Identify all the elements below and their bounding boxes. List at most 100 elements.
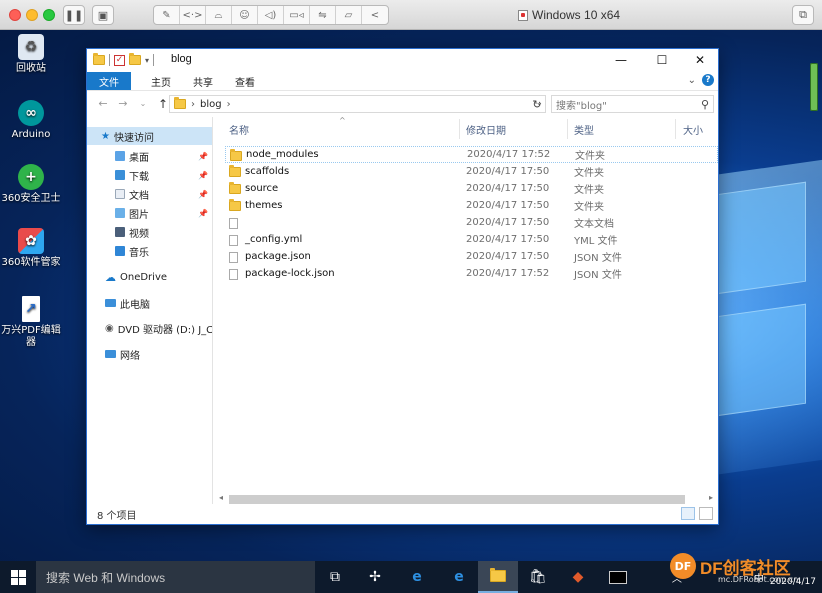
nav-dvd-drive[interactable]: ◉ DVD 驱动器 (D:) J_CC (105, 319, 213, 337)
column-header-size[interactable]: 大小 (669, 117, 703, 141)
edge-icon: e (454, 569, 464, 585)
scroll-left-icon[interactable]: ◂ (219, 493, 223, 502)
taskbar-app-ie[interactable]: e (397, 561, 437, 593)
desktop-icon-arduino[interactable]: ∞ Arduino (0, 100, 62, 141)
nav-item-desktop[interactable]: 桌面 📌 (115, 147, 212, 165)
recent-locations-chevron-icon[interactable]: ⌄ (133, 99, 153, 108)
search-input[interactable]: 搜索"blog" ⚲ (551, 95, 714, 113)
minimize-window-button[interactable] (26, 9, 38, 21)
vm-app-icon (518, 9, 528, 21)
nav-label: DVD 驱动器 (D:) J_CC (117, 324, 213, 336)
disk-icon[interactable]: ⌓ (206, 6, 232, 24)
customize-chevron-icon[interactable]: ▾ (145, 56, 149, 65)
task-view-button[interactable]: ⧉ (315, 561, 355, 593)
refresh-button[interactable]: ↻ (529, 95, 545, 113)
file-date: 2020/4/17 17:52 (467, 149, 551, 160)
help-icon[interactable]: ? (702, 74, 714, 86)
tab-view[interactable]: 查看 (225, 72, 265, 90)
taskbar-app-explorer[interactable] (478, 561, 518, 593)
pin-icon[interactable]: 📌 (198, 171, 208, 180)
arduino-icon: ∞ (18, 100, 44, 126)
windows-logo-icon (10, 569, 26, 585)
nav-item-videos[interactable]: 视频 (115, 223, 212, 241)
file-type: 文件夹 (574, 185, 604, 196)
tab-home[interactable]: 主页 (141, 72, 181, 90)
file-row[interactable]: scaffolds 2020/4/17 17:50 文件夹 (225, 163, 718, 180)
nav-label: 此电脑 (120, 299, 150, 311)
properties-check-icon[interactable]: ✓ (114, 54, 125, 66)
nav-onedrive[interactable]: ☁ OneDrive (105, 268, 167, 286)
back-icon[interactable]: < (362, 6, 388, 24)
start-button[interactable] (0, 561, 36, 593)
taskbar-app-git[interactable]: ◆ (558, 561, 598, 593)
nav-item-music[interactable]: 音乐 (115, 242, 212, 260)
nav-item-pictures[interactable]: 图片 📌 (115, 204, 212, 222)
taskbar-app-edge[interactable]: e (439, 561, 479, 593)
explorer-body: ★ 快速访问 桌面 📌 下载 📌 文档 📌 图片 📌 视频 音乐 ☁ OneDr… (87, 116, 718, 504)
details-view-icon[interactable] (681, 507, 695, 520)
large-icons-view-icon[interactable] (699, 507, 713, 520)
tab-file[interactable]: 文件 (87, 72, 131, 90)
desktop-icon-360-security[interactable]: + 360安全卫士 (0, 164, 62, 205)
pin-icon[interactable]: 📌 (198, 190, 208, 199)
address-bar[interactable]: › blog › ⌄ (169, 95, 546, 113)
camera-icon[interactable]: ▭◃ (284, 6, 310, 24)
file-row[interactable]: node_modules 2020/4/17 17:52 文件夹 (225, 146, 718, 163)
file-row[interactable]: _config.yml 2020/4/17 17:50 YML 文件 (225, 231, 718, 248)
shared-folder-icon[interactable]: ▱ (336, 6, 362, 24)
file-date: 2020/4/17 17:50 (466, 166, 550, 177)
nav-quick-access[interactable]: ★ 快速访问 (87, 127, 212, 145)
nav-item-documents[interactable]: 文档 📌 (115, 185, 212, 203)
vm-side-handle[interactable] (810, 63, 818, 111)
pin-icon[interactable]: 📌 (198, 209, 208, 218)
pause-button[interactable]: ❚❚ (63, 5, 85, 25)
taskbar-app-pinwheel[interactable]: ✢ (355, 561, 395, 593)
column-header-type[interactable]: 类型 (560, 117, 594, 141)
file-icon (229, 218, 238, 229)
desktop-icon-recycle-bin[interactable]: ♻ 回收站 (0, 34, 62, 75)
close-button[interactable]: ✕ (681, 49, 719, 71)
scrollbar-thumb[interactable] (229, 495, 685, 504)
network-arrows-icon[interactable]: <·> (180, 6, 206, 24)
vm-window-titlebar: ❚❚ ▣ ✎ <·> ⌓ ☺ ◁) ▭◃ ⇋ ▱ < Windows 10 x6… (0, 0, 822, 30)
desktop-icon-360-software[interactable]: ✿ 360软件管家 (0, 228, 62, 269)
file-row[interactable]: source 2020/4/17 17:50 文件夹 (225, 180, 718, 197)
forward-arrow-icon[interactable]: → (113, 97, 133, 110)
file-row[interactable]: 2020/4/17 17:50 文本文档 (225, 214, 718, 231)
taskbar-search-box[interactable]: 搜索 Web 和 Windows (36, 561, 315, 593)
explorer-titlebar: ✓ ▾ blog — ☐ ✕ (87, 49, 718, 72)
taskbar-app-terminal[interactable] (598, 561, 638, 593)
breadcrumb-blog[interactable]: blog (200, 99, 222, 110)
nav-this-pc[interactable]: 此电脑 (105, 294, 150, 312)
file-row[interactable]: themes 2020/4/17 17:50 文件夹 (225, 197, 718, 214)
desktop-icon-label: 回收站 (16, 63, 46, 74)
column-header-date[interactable]: 修改日期 (452, 117, 506, 141)
nav-item-downloads[interactable]: 下载 📌 (115, 166, 212, 184)
maximize-button[interactable]: ☐ (643, 49, 681, 71)
settings-wrench-icon[interactable]: ✎ (154, 6, 180, 24)
file-row[interactable]: package-lock.json 2020/4/17 17:52 JSON 文… (225, 265, 718, 282)
scroll-right-icon[interactable]: ▸ (709, 493, 713, 502)
file-icon (229, 252, 238, 263)
breadcrumb-separator-icon[interactable]: › (227, 99, 231, 110)
nav-network[interactable]: 网络 (105, 345, 140, 363)
user-icon[interactable]: ☺ (232, 6, 258, 24)
column-header-name[interactable]: 名称 ^ (215, 116, 346, 141)
tab-share[interactable]: 共享 (183, 72, 223, 90)
expand-ribbon-chevron-icon[interactable]: ⌄ (688, 75, 696, 86)
file-row[interactable]: package.json 2020/4/17 17:50 JSON 文件 (225, 248, 718, 265)
taskbar-app-store[interactable]: 🛍 (518, 561, 558, 593)
desktop-icon-pdf-editor[interactable]: ↗ 万兴PDF编辑器 (0, 296, 62, 349)
back-arrow-icon[interactable]: ← (93, 97, 113, 110)
snapshot-button[interactable]: ▣ (92, 5, 114, 25)
desktop-folder-icon (115, 151, 125, 161)
fullscreen-button[interactable]: ⧉ (792, 5, 814, 25)
sound-icon[interactable]: ◁) (258, 6, 284, 24)
zoom-window-button[interactable] (43, 9, 55, 21)
usb-icon[interactable]: ⇋ (310, 6, 336, 24)
minimize-button[interactable]: — (602, 49, 640, 71)
new-folder-icon[interactable] (129, 53, 141, 65)
wallpaper-pane-icon (716, 181, 806, 295)
pin-icon[interactable]: 📌 (198, 152, 208, 161)
close-window-button[interactable] (9, 9, 21, 21)
